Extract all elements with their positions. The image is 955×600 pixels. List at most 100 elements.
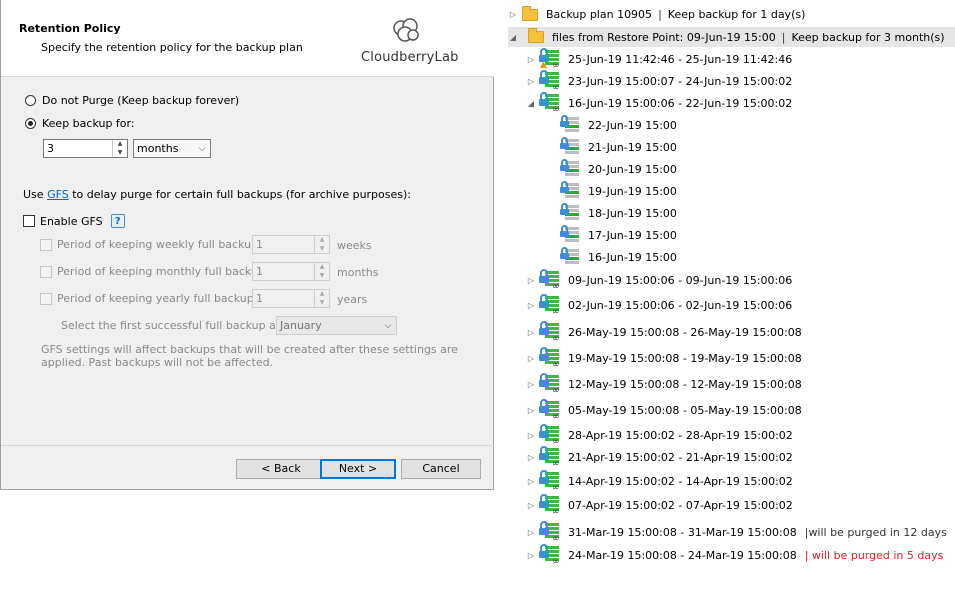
stepper-arrows[interactable]: ▲ ▼ bbox=[314, 263, 329, 280]
expand-icon[interactable]: ▷ bbox=[526, 276, 536, 285]
enable-gfs-option[interactable]: Enable GFS ? bbox=[23, 214, 125, 228]
backup-storage-tree: ▷ Backup plan 10905 | Keep backup for 1 … bbox=[500, 0, 955, 600]
expand-icon[interactable]: ▷ bbox=[526, 301, 536, 310]
collapse-icon[interactable]: ◢ bbox=[526, 99, 536, 108]
tree-node-range[interactable]: ◢ ∞ 16-Jun-19 15:00:06 - 22-Jun-19 15:00:0… bbox=[526, 92, 793, 115]
do-not-purge-option[interactable]: Do not Purge (Keep backup forever) bbox=[25, 94, 239, 107]
backup-range-icon: ∞ bbox=[539, 424, 562, 447]
keep-value[interactable]: 3 bbox=[44, 140, 112, 157]
backup-file-icon bbox=[560, 203, 582, 223]
expand-icon[interactable]: ▷ bbox=[526, 55, 536, 64]
yearly-checkbox[interactable] bbox=[40, 292, 52, 305]
expand-icon[interactable]: ▷ bbox=[526, 380, 536, 389]
weekly-unit: weeks bbox=[337, 239, 372, 252]
expand-icon[interactable]: ▷ bbox=[508, 10, 518, 19]
tree-node-range[interactable]: ▷ ∞ 09-Jun-19 15:00:06 - 09-Jun-19 15:00:0… bbox=[526, 269, 792, 292]
stepper-arrows[interactable]: ▲ ▼ bbox=[314, 236, 329, 253]
range-label: 16-Jun-19 15:00:06 - 22-Jun-19 15:00:02 bbox=[568, 96, 793, 110]
expand-icon[interactable]: ▷ bbox=[526, 354, 536, 363]
monthly-checkbox[interactable] bbox=[40, 265, 52, 278]
expand-icon[interactable]: ▷ bbox=[526, 431, 536, 440]
tree-node-range[interactable]: ▷ ∞ 02-Jun-19 15:00:06 - 02-Jun-19 15:00:0… bbox=[526, 294, 792, 317]
expand-icon[interactable]: ▷ bbox=[526, 551, 536, 560]
expand-icon[interactable]: ▷ bbox=[526, 406, 536, 415]
range-label: 25-Jun-19 11:42:46 - 25-Jun-19 11:42:46 bbox=[568, 52, 793, 66]
arrow-up-icon[interactable]: ▲ bbox=[315, 290, 329, 299]
help-icon[interactable]: ? bbox=[110, 214, 125, 228]
link-icon: ∞ bbox=[552, 412, 560, 422]
back-button[interactable]: < Back bbox=[236, 459, 326, 479]
tree-node-file[interactable]: 21-Jun-19 15:00 bbox=[560, 137, 677, 157]
cancel-button[interactable]: Cancel bbox=[401, 459, 481, 479]
arrow-up-icon[interactable]: ▲ bbox=[315, 263, 329, 272]
expand-icon[interactable]: ▷ bbox=[526, 77, 536, 86]
next-button[interactable]: Next > bbox=[320, 459, 396, 479]
tree-node-file[interactable]: 18-Jun-19 15:00 bbox=[560, 203, 677, 223]
tree-node-range[interactable]: ▷ ∞ 31-Mar-19 15:00:08 - 31-Mar-19 15:00:0… bbox=[526, 521, 947, 544]
cloudberry-logo: CloudberryLab bbox=[361, 14, 459, 70]
file-label: 16-Jun-19 15:00 bbox=[588, 250, 677, 264]
keep-backup-label: Keep backup for: bbox=[42, 117, 135, 130]
monthly-value[interactable]: 1 bbox=[253, 263, 314, 280]
tree-node-range[interactable]: ▷ ∞ 26-May-19 15:00:08 - 26-May-19 15:00:0… bbox=[526, 321, 802, 344]
tree-node-file[interactable]: 19-Jun-19 15:00 bbox=[560, 181, 677, 201]
footer-divider bbox=[1, 445, 494, 446]
purge-warning: | will be purged in 5 days bbox=[804, 548, 944, 562]
tree-node-range[interactable]: ▷ ∞ 12-May-19 15:00:08 - 12-May-19 15:00:0… bbox=[526, 373, 802, 396]
weekly-checkbox[interactable] bbox=[40, 238, 52, 251]
gfs-text-suffix: to delay purge for certain full backups … bbox=[72, 188, 412, 201]
tree-node-range[interactable]: ▷ ∞ 19-May-19 15:00:08 - 19-May-19 15:00:0… bbox=[526, 347, 802, 370]
arrow-up-icon[interactable]: ▲ bbox=[315, 236, 329, 245]
keep-backup-radio[interactable] bbox=[25, 118, 36, 129]
tree-node-range[interactable]: ▷ ∞ 28-Apr-19 15:00:02 - 28-Apr-19 15:00:0… bbox=[526, 424, 793, 447]
keep-unit-select[interactable]: months ⌵ bbox=[133, 139, 211, 158]
link-icon: ∞ bbox=[552, 105, 560, 115]
tree-node-range[interactable]: ▷ ∞ 05-May-19 15:00:08 - 05-May-19 15:00:0… bbox=[526, 399, 802, 422]
expand-icon[interactable]: ▷ bbox=[526, 477, 536, 486]
tree-node-range[interactable]: ▷ ∞ 21-Apr-19 15:00:02 - 21-Apr-19 15:00:0… bbox=[526, 446, 793, 469]
tree-node-file[interactable]: 16-Jun-19 15:00 bbox=[560, 247, 677, 267]
tree-node-range[interactable]: ▷ ∞ 14-Apr-19 15:00:02 - 14-Apr-19 15:00:0… bbox=[526, 470, 793, 493]
weekly-stepper[interactable]: 1 ▲ ▼ bbox=[252, 235, 330, 254]
enable-gfs-checkbox[interactable] bbox=[23, 215, 35, 227]
monthly-stepper[interactable]: 1 ▲ ▼ bbox=[252, 262, 330, 281]
backup-file-icon bbox=[560, 181, 582, 201]
do-not-purge-radio[interactable] bbox=[25, 95, 36, 106]
keep-backup-option[interactable]: Keep backup for: bbox=[25, 117, 135, 130]
tree-node-range[interactable]: ▷ ∞ 07-Apr-19 15:00:02 - 07-Apr-19 15:00:0… bbox=[526, 494, 793, 517]
tree-node-file[interactable]: 20-Jun-19 15:00 bbox=[560, 159, 677, 179]
logo-text: CloudberryLab bbox=[361, 50, 459, 65]
expand-icon[interactable]: ▷ bbox=[526, 501, 536, 510]
backup-range-icon: ∞ bbox=[539, 321, 562, 344]
expand-icon[interactable]: ▷ bbox=[526, 453, 536, 462]
collapse-icon[interactable]: ◢ bbox=[508, 33, 518, 42]
tree-node-restore-point[interactable]: ◢ files from Restore Point: 09-Jun-19 15… bbox=[508, 27, 955, 47]
tree-node-range[interactable]: ▷ ▲ ∞ 25-Jun-19 11:42:46 - 25-Jun-19 11:42:… bbox=[526, 48, 793, 71]
arrow-down-icon[interactable]: ▼ bbox=[315, 299, 329, 308]
stepper-arrows[interactable]: ▲ ▼ bbox=[314, 290, 329, 307]
gfs-link[interactable]: GFS bbox=[47, 188, 69, 201]
yearly-value[interactable]: 1 bbox=[253, 290, 314, 307]
range-label: 26-May-19 15:00:08 - 26-May-19 15:00:08 bbox=[568, 325, 802, 339]
arrow-down-icon[interactable]: ▼ bbox=[113, 149, 127, 158]
arrow-up-icon[interactable]: ▲ bbox=[113, 140, 127, 149]
link-icon: ∞ bbox=[552, 534, 560, 544]
weekly-value[interactable]: 1 bbox=[253, 236, 314, 253]
tree-node-range[interactable]: ▷ ∞ 24-Mar-19 15:00:08 - 24-Mar-19 15:00:0… bbox=[526, 544, 944, 567]
yearly-stepper[interactable]: 1 ▲ ▼ bbox=[252, 289, 330, 308]
expand-icon[interactable]: ▷ bbox=[526, 328, 536, 337]
link-icon: ∞ bbox=[552, 307, 560, 317]
arrow-down-icon[interactable]: ▼ bbox=[315, 245, 329, 254]
tree-node-plan[interactable]: ▷ Backup plan 10905 | Keep backup for 1 … bbox=[508, 5, 805, 21]
first-backup-select[interactable]: January ⌵ bbox=[276, 316, 397, 335]
stepper-arrows[interactable]: ▲ ▼ bbox=[112, 140, 127, 157]
arrow-down-icon[interactable]: ▼ bbox=[315, 272, 329, 281]
file-label: 22-Jun-19 15:00 bbox=[588, 118, 677, 132]
expand-icon[interactable]: ▷ bbox=[526, 528, 536, 537]
keep-unit-value: months bbox=[137, 142, 179, 155]
yearly-unit: years bbox=[337, 293, 368, 306]
tree-node-range[interactable]: ▷ ∞ 23-Jun-19 15:00:07 - 24-Jun-19 15:00:0… bbox=[526, 70, 792, 93]
tree-node-file[interactable]: 17-Jun-19 15:00 bbox=[560, 225, 677, 245]
tree-node-file[interactable]: 22-Jun-19 15:00 bbox=[560, 115, 677, 135]
keep-value-stepper[interactable]: 3 ▲ ▼ bbox=[43, 139, 128, 158]
